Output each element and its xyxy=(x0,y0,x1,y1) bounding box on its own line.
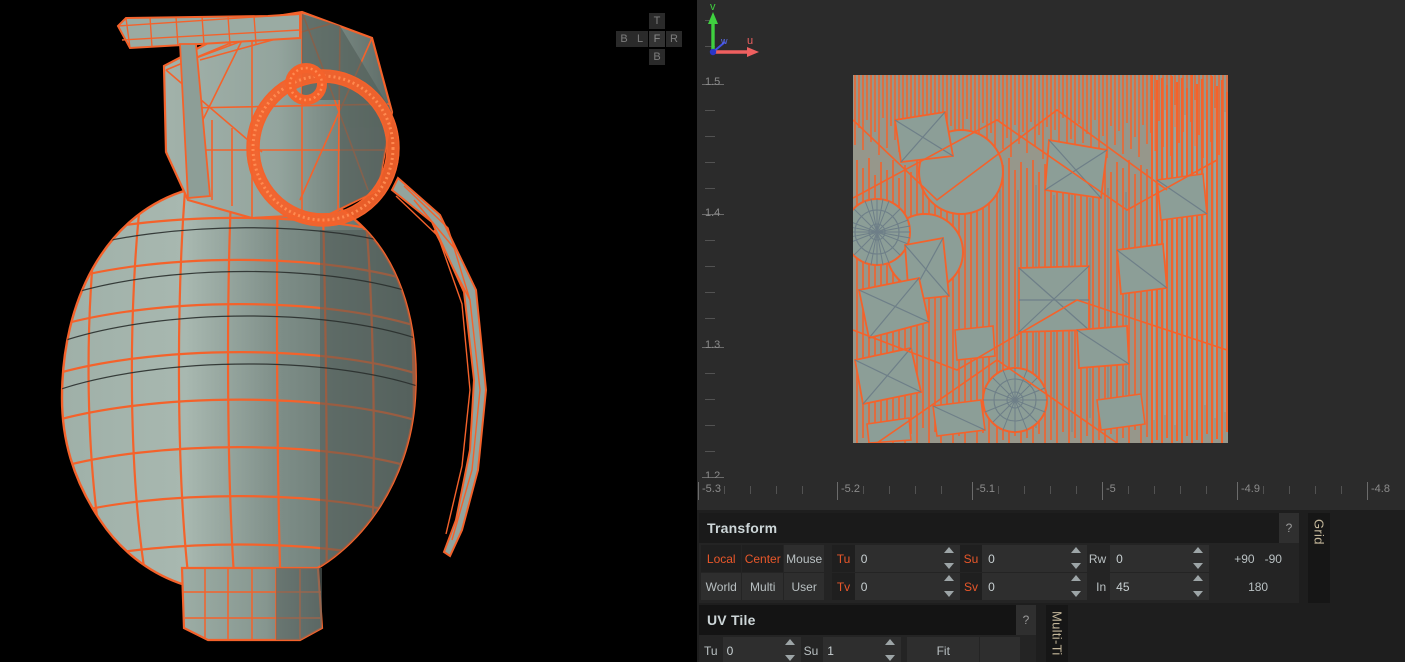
3d-viewport[interactable]: T B L F R B xyxy=(0,0,697,662)
field-sv[interactable]: 0 xyxy=(982,573,1088,600)
uv-shell-layout xyxy=(853,75,1228,443)
rotate-minus-90-button[interactable]: -90 xyxy=(1265,552,1282,566)
uv-v-ruler: 1.5 1.4 1.3 1.2 xyxy=(697,0,737,482)
uv-u-ruler: -5.3 -5.2 -5.1 -5 -4.9 -4.8 xyxy=(697,478,1405,510)
rotate-180-button[interactable]: 180 xyxy=(1248,580,1268,594)
field-su[interactable]: 0 xyxy=(982,545,1088,572)
view-cube-bottom[interactable]: B xyxy=(649,49,665,65)
field-rw-value: 0 xyxy=(1116,551,1123,566)
field-label-tv[interactable]: Tv xyxy=(832,573,855,600)
v-axis-label-2: 1.3 xyxy=(705,339,721,351)
field-in[interactable]: 45 xyxy=(1110,573,1210,600)
tab-multi-tile-label: Multi-Ti xyxy=(1049,611,1065,656)
uv-tile-panel: UV Tile ? Tu 0 Su 1 Fit xyxy=(699,605,1036,662)
transform-panel-header: Transform ? xyxy=(699,513,1299,543)
transform-panel-title: Transform xyxy=(707,520,778,536)
field-tu-spinner[interactable] xyxy=(943,547,956,569)
u-axis-label-4: -4.9 xyxy=(1241,483,1260,495)
view-cube-back[interactable]: B xyxy=(616,31,632,47)
uv-tile-tu-label: Tu xyxy=(704,643,718,658)
uv-tile-tu-spinner[interactable] xyxy=(784,639,797,661)
uv-tile-title: UV Tile xyxy=(707,612,756,628)
field-tu[interactable]: 0 xyxy=(854,545,960,572)
grenade-base xyxy=(180,566,324,642)
u-axis-label-3: -5 xyxy=(1106,483,1116,495)
uv-tile-body: Tu 0 Su 1 Fit xyxy=(699,637,1036,662)
uv-editor-panel[interactable]: 1.5 1.4 1.3 1.2 v u w -5.3 -5.2 -5.1 -5 … xyxy=(697,0,1405,510)
tab-multi-tile[interactable]: Multi-Ti xyxy=(1046,605,1068,662)
field-label-in: In xyxy=(1096,579,1107,594)
field-in-value: 45 xyxy=(1116,579,1130,594)
tab-grid[interactable]: Grid xyxy=(1308,513,1330,603)
field-sv-spinner[interactable] xyxy=(1071,575,1083,597)
uv-tile-help-button[interactable]: ? xyxy=(1016,605,1036,635)
u-axis-label-1: -5.2 xyxy=(841,483,860,495)
uv-tile-fit-button[interactable]: Fit xyxy=(907,637,980,662)
view-cube-front[interactable]: F xyxy=(649,31,665,47)
v-axis-label-1: 1.4 xyxy=(705,207,721,219)
rotate-quick-row-2: 180 xyxy=(1217,573,1299,600)
rotate-plus-90-button[interactable]: +90 xyxy=(1234,552,1254,566)
field-sv-value: 0 xyxy=(988,579,995,594)
rotate-quick-row-1: +90 -90 xyxy=(1217,545,1299,572)
field-in-spinner[interactable] xyxy=(1193,575,1205,597)
transform-mode-center[interactable]: Center xyxy=(742,545,783,572)
transform-mode-mouse[interactable]: Mouse xyxy=(783,545,825,572)
transform-mode-user[interactable]: User xyxy=(783,573,825,600)
transform-body: Local Center Mouse Tu 0 Su 0 Rw 0 +90 -9… xyxy=(699,543,1299,601)
field-label-sv[interactable]: Sv xyxy=(959,573,983,600)
field-label-su[interactable]: Su xyxy=(959,545,983,572)
uv-tile-header: UV Tile ? xyxy=(699,605,1036,635)
transform-row-1: Local Center Mouse Tu 0 Su 0 Rw 0 +90 -9… xyxy=(701,545,1299,572)
view-cube-left[interactable]: L xyxy=(632,31,648,47)
field-rw-spinner[interactable] xyxy=(1193,547,1205,569)
transform-row-2: World Multi User Tv 0 Sv 0 In 45 180 xyxy=(701,573,1299,600)
field-label-tu[interactable]: Tu xyxy=(832,545,855,572)
field-tv-spinner[interactable] xyxy=(943,575,956,597)
grenade-model xyxy=(60,10,488,642)
svg-text:v: v xyxy=(710,1,716,13)
uv-axis-gizmo: v u w xyxy=(708,1,759,57)
uv-tile-su-field[interactable]: 1 xyxy=(823,637,902,662)
uv-tile-su-spinner[interactable] xyxy=(885,639,897,661)
u-axis-label-0: -5.3 xyxy=(702,483,721,495)
view-cube-right[interactable]: R xyxy=(666,31,682,47)
transform-help-button[interactable]: ? xyxy=(1279,513,1299,543)
field-tv[interactable]: 0 xyxy=(854,573,960,600)
uv-tile-su-value: 1 xyxy=(827,643,834,658)
field-su-spinner[interactable] xyxy=(1071,547,1083,569)
field-rw[interactable]: 0 xyxy=(1110,545,1210,572)
grenade-body xyxy=(60,180,417,594)
uv-tile-extra-field[interactable] xyxy=(980,637,1021,662)
tab-grid-label: Grid xyxy=(1311,519,1327,545)
uv-tile-tu-value: 0 xyxy=(726,643,734,658)
transform-panel: Transform ? Local Center Mouse Tu 0 Su 0 xyxy=(699,513,1299,603)
uv-canvas[interactable]: 1.5 1.4 1.3 1.2 v u w -5.3 -5.2 -5.1 -5 … xyxy=(697,0,1405,510)
view-cube-widget[interactable]: T B L F R B xyxy=(616,13,694,65)
uv-tile-tu-field[interactable]: 0 xyxy=(722,637,801,662)
svg-text:w: w xyxy=(720,36,728,46)
application-window: T B L F R B 1.5 1.4 1.3 1.2 v u w -5.3 -… xyxy=(0,0,1405,662)
transform-mode-local[interactable]: Local xyxy=(701,545,742,572)
u-axis-label-2: -5.1 xyxy=(976,483,995,495)
uv-tile-su-label: Su xyxy=(803,643,819,658)
svg-text:u: u xyxy=(747,35,753,47)
field-su-value: 0 xyxy=(988,551,995,566)
u-axis-label-5: -4.8 xyxy=(1371,483,1390,495)
v-axis-label-0: 1.5 xyxy=(705,76,721,88)
field-tu-value: 0 xyxy=(860,551,868,566)
transform-mode-world[interactable]: World xyxy=(701,573,742,600)
view-cube-top[interactable]: T xyxy=(649,13,665,29)
field-label-rw: Rw xyxy=(1088,551,1107,566)
field-tv-value: 0 xyxy=(860,579,868,594)
transform-mode-multi[interactable]: Multi xyxy=(742,573,783,600)
